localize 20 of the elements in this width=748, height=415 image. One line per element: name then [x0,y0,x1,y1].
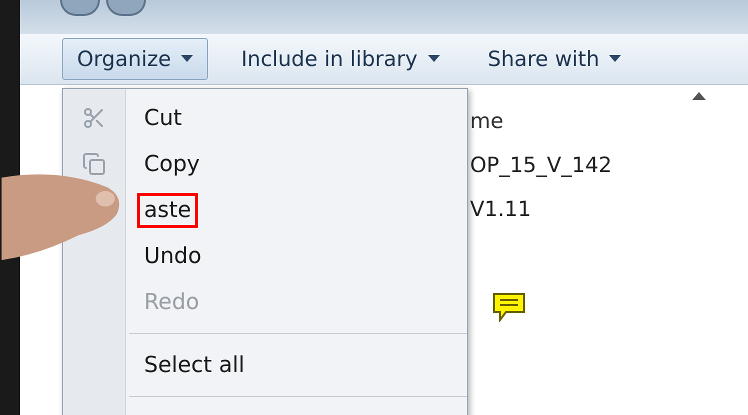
sort-arrow-icon [692,92,706,100]
toolbar-button[interactable]: Organize [62,38,208,80]
comment-icon [492,292,526,322]
column-header[interactable]: me [470,109,748,133]
caret-icon [428,55,440,63]
forward-button[interactable] [106,0,146,16]
menu-item[interactable]: Select all [137,348,252,382]
toolbar-button[interactable]: Include in library [226,38,455,80]
back-button[interactable] [60,0,100,16]
caret-icon [181,55,194,63]
menu-item[interactable]: aste [137,192,198,228]
file-name[interactable]: V1.11 [470,197,748,221]
toolbar-button[interactable]: Share with [472,38,636,80]
menu-item[interactable]: Cut [137,100,189,136]
menu-item[interactable]: Copy [137,146,207,182]
scissors-icon [82,106,106,130]
file-name[interactable]: OP_15_V_142 [470,153,748,177]
caret-icon [609,55,622,63]
copy-icon [82,152,106,176]
menu-item[interactable]: Undo [137,238,208,274]
